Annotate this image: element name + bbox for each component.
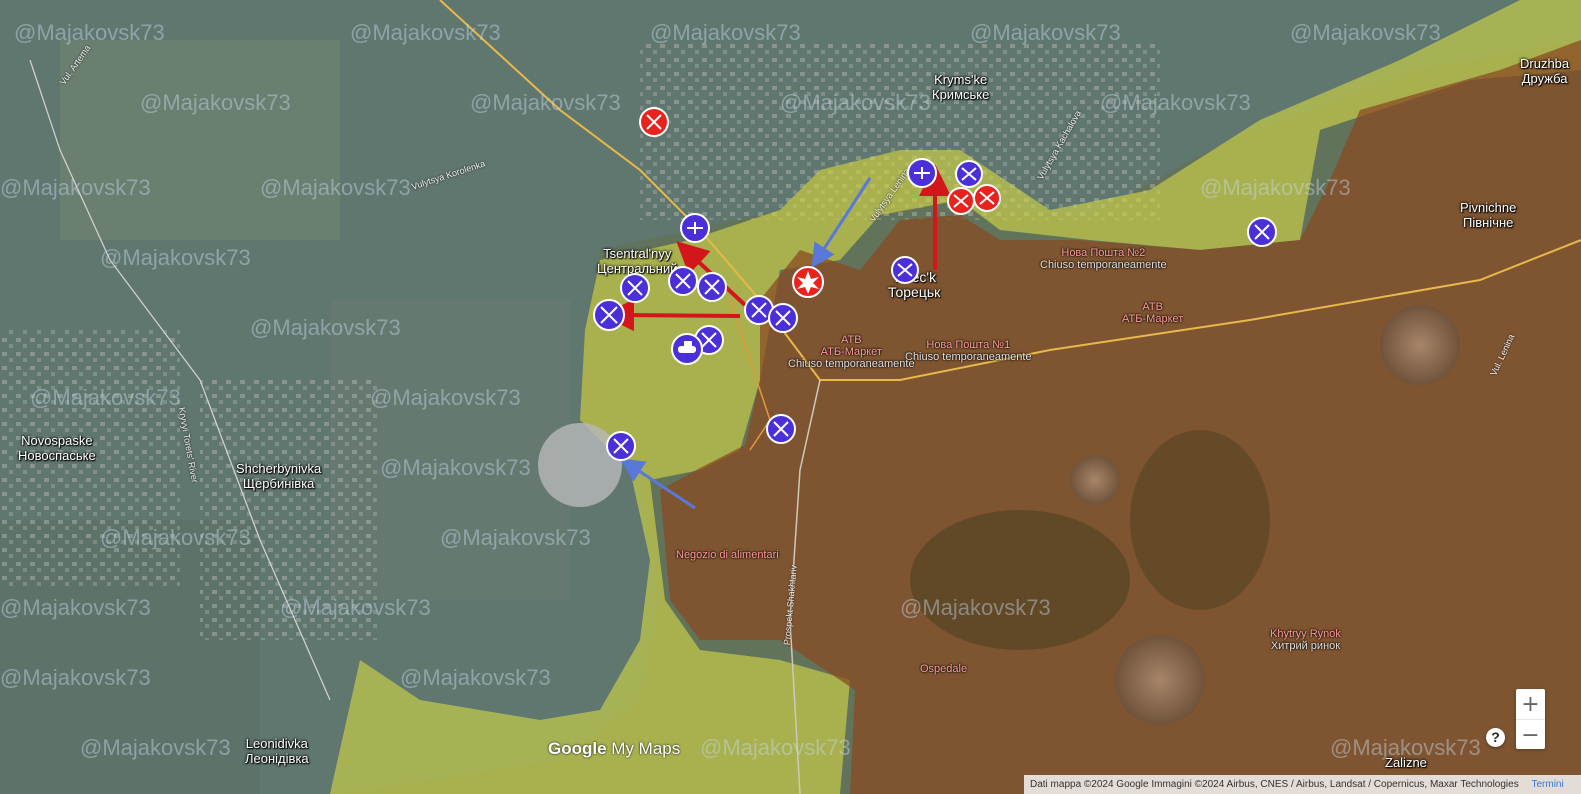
explosion-icon	[792, 266, 824, 298]
map-attribution: Dati mappa ©2024 Google Immagini ©2024 A…	[1024, 775, 1581, 794]
infantry-icon	[955, 160, 983, 188]
google-mymaps-logo: Google My Maps	[548, 739, 681, 758]
infantry-icon	[593, 299, 625, 331]
terms-link[interactable]: Termini	[1531, 779, 1563, 790]
infantry-icon	[606, 431, 636, 461]
zoom-control: + −	[1516, 689, 1545, 749]
attack-arrow-blue	[619, 458, 696, 510]
unit-overlay	[593, 107, 1277, 510]
zoom-in-button[interactable]: +	[1516, 689, 1545, 719]
tank-icon	[671, 333, 703, 365]
infantry-icon	[620, 273, 650, 303]
map-canvas[interactable]: @Majakovsk73 @Majakovsk73 @Majakovsk73 @…	[0, 0, 1581, 794]
infantry-icon	[973, 184, 1001, 212]
infantry-icon	[668, 266, 698, 296]
attack-arrow-blue	[811, 177, 872, 269]
infantry-icon	[639, 107, 669, 137]
attack-arrow-red	[602, 299, 741, 332]
infantry-icon	[768, 303, 798, 333]
drone-icon	[907, 158, 937, 188]
drone-icon	[680, 213, 710, 243]
infantry-icon	[1247, 217, 1277, 247]
infantry-icon	[947, 187, 975, 215]
help-button[interactable]: ?	[1486, 728, 1505, 747]
attribution-text: Dati mappa ©2024 Google Immagini ©2024 A…	[1030, 779, 1519, 790]
infantry-icon	[766, 414, 796, 444]
zoom-out-button[interactable]: −	[1516, 719, 1545, 750]
infantry-icon	[891, 256, 919, 284]
infantry-icon	[697, 272, 727, 302]
